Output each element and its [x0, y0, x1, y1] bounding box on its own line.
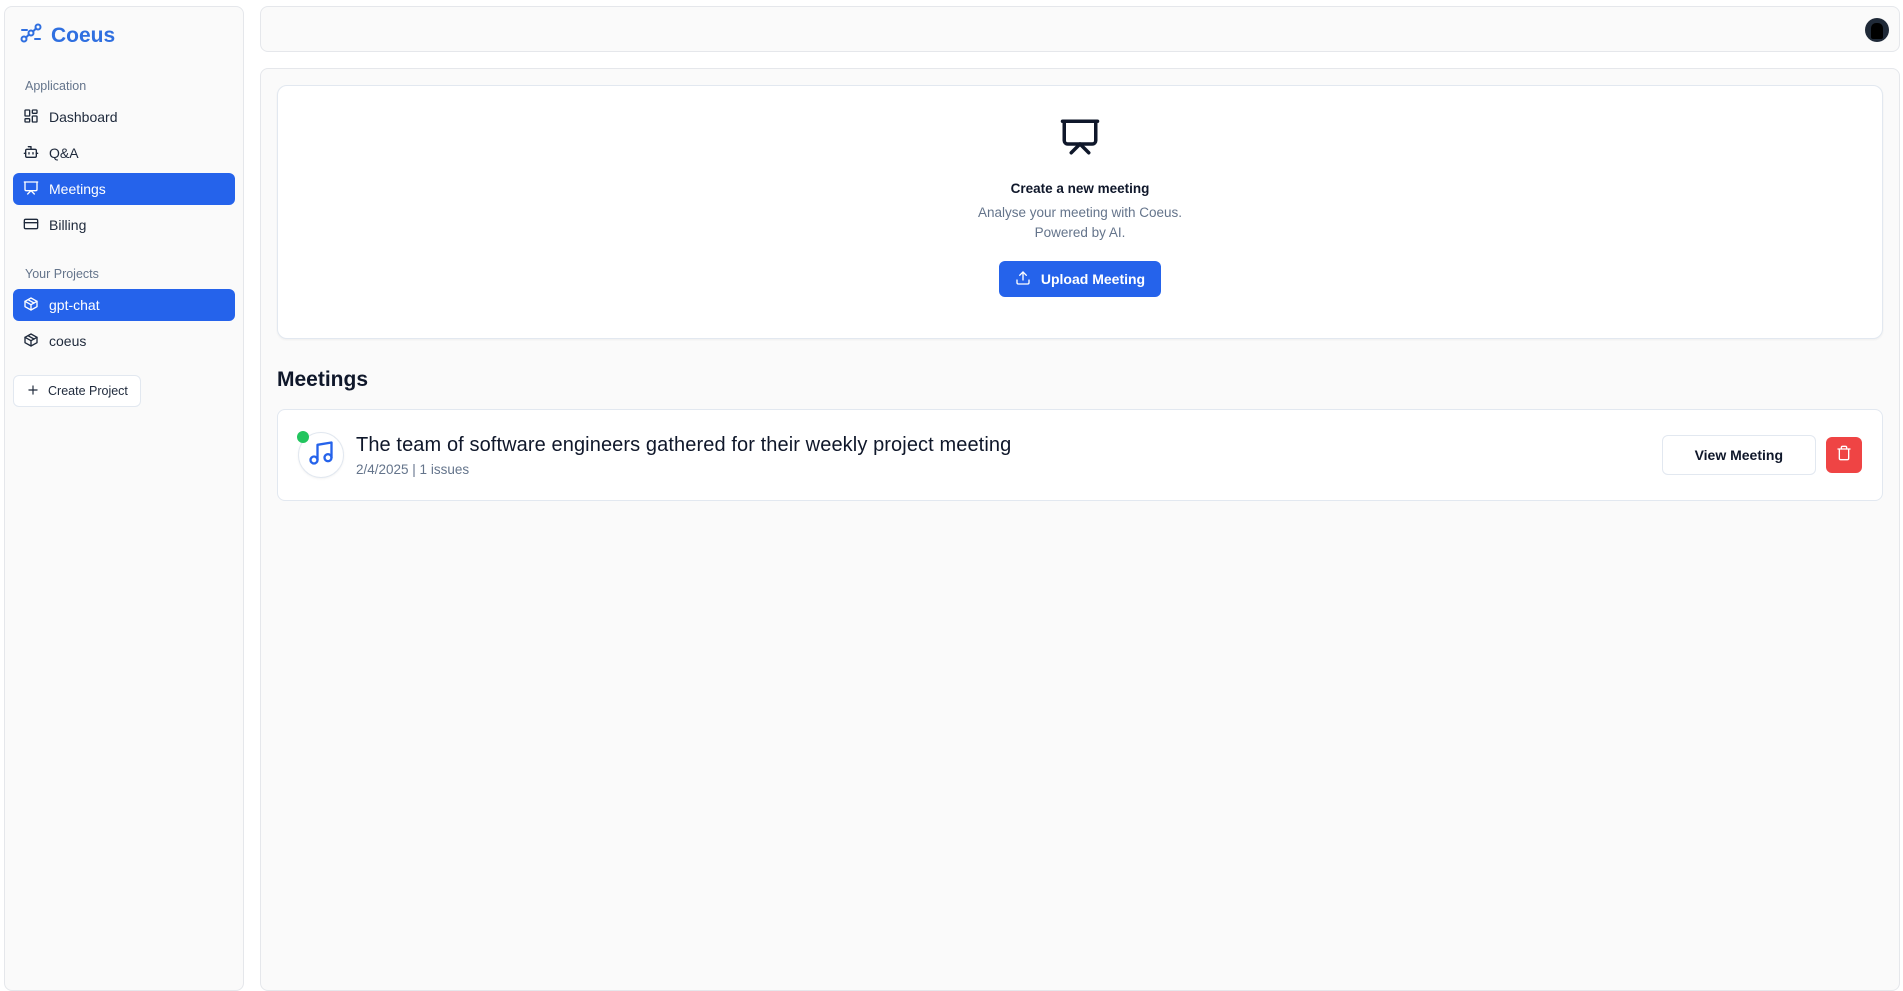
workflow-icon: [19, 21, 43, 51]
sidebar-item-billing[interactable]: Billing: [13, 209, 235, 241]
project-item-label: gpt-chat: [49, 297, 100, 313]
layout-dashboard-icon: [23, 108, 39, 127]
package-icon: [23, 332, 39, 351]
create-meeting-subtitle: Analyse your meeting with Coeus. Powered…: [978, 203, 1182, 243]
delete-meeting-button[interactable]: [1826, 437, 1862, 473]
projects-group-label: Your Projects: [25, 267, 99, 281]
upload-meeting-label: Upload Meeting: [1040, 271, 1146, 287]
application-group-label: Application: [25, 79, 87, 93]
credit-card-icon: [23, 216, 39, 235]
upload-icon: [1015, 270, 1031, 289]
meeting-title[interactable]: The team of software engineers gathered …: [356, 434, 1011, 457]
bot-icon: [23, 144, 39, 163]
status-dot: [297, 431, 309, 443]
meeting-info: The team of software engineers gathered …: [356, 434, 1011, 477]
meeting-meta: 2/4/2025 | 1 issues: [356, 461, 470, 477]
sidebar-item-label: Meetings: [49, 181, 106, 197]
sidebar-item-label: Dashboard: [49, 109, 118, 125]
sidebar-item-label: Q&A: [49, 145, 79, 161]
brand[interactable]: Coeus: [13, 19, 235, 53]
sidebar-item-dashboard[interactable]: Dashboard: [13, 101, 235, 133]
create-project-label: Create Project: [48, 384, 128, 398]
upload-meeting-button[interactable]: Upload Meeting: [998, 261, 1162, 297]
main-content: Create a new meeting Analyse your meetin…: [260, 68, 1900, 991]
project-item-label: coeus: [49, 333, 87, 349]
meeting-actions: View Meeting: [1661, 435, 1862, 475]
sidebar-item-meetings[interactable]: Meetings: [13, 173, 235, 205]
view-meeting-button[interactable]: View Meeting: [1661, 435, 1816, 475]
create-project-button[interactable]: Create Project: [13, 375, 141, 407]
subtitle-line-1: Analyse your meeting with Coeus.: [977, 205, 1183, 220]
project-item-coeus[interactable]: coeus: [13, 325, 235, 357]
package-icon: [23, 296, 39, 315]
music-icon: [307, 439, 335, 472]
sidebar-item-label: Billing: [49, 217, 87, 233]
subtitle-line-2: Powered by AI.: [1034, 225, 1126, 240]
brand-name: Coeus: [51, 24, 116, 47]
create-meeting-card: Create a new meeting Analyse your meetin…: [277, 85, 1883, 339]
avatar[interactable]: [1865, 18, 1889, 42]
create-meeting-title: Create a new meeting: [1010, 181, 1150, 196]
trash-icon: [1836, 445, 1852, 466]
presentation-icon: [1059, 116, 1101, 163]
meetings-section-title: Meetings: [277, 368, 369, 391]
sidebar: Coeus Application Dashboard Q&A Meetings: [4, 6, 244, 991]
plus-icon: [26, 383, 40, 400]
presentation-icon: [23, 180, 39, 199]
sidebar-item-qa[interactable]: Q&A: [13, 137, 235, 169]
meeting-list-item: The team of software engineers gathered …: [277, 409, 1883, 501]
top-bar: [260, 6, 1900, 52]
project-item-gpt-chat[interactable]: gpt-chat: [13, 289, 235, 321]
meeting-avatar: [297, 431, 344, 478]
